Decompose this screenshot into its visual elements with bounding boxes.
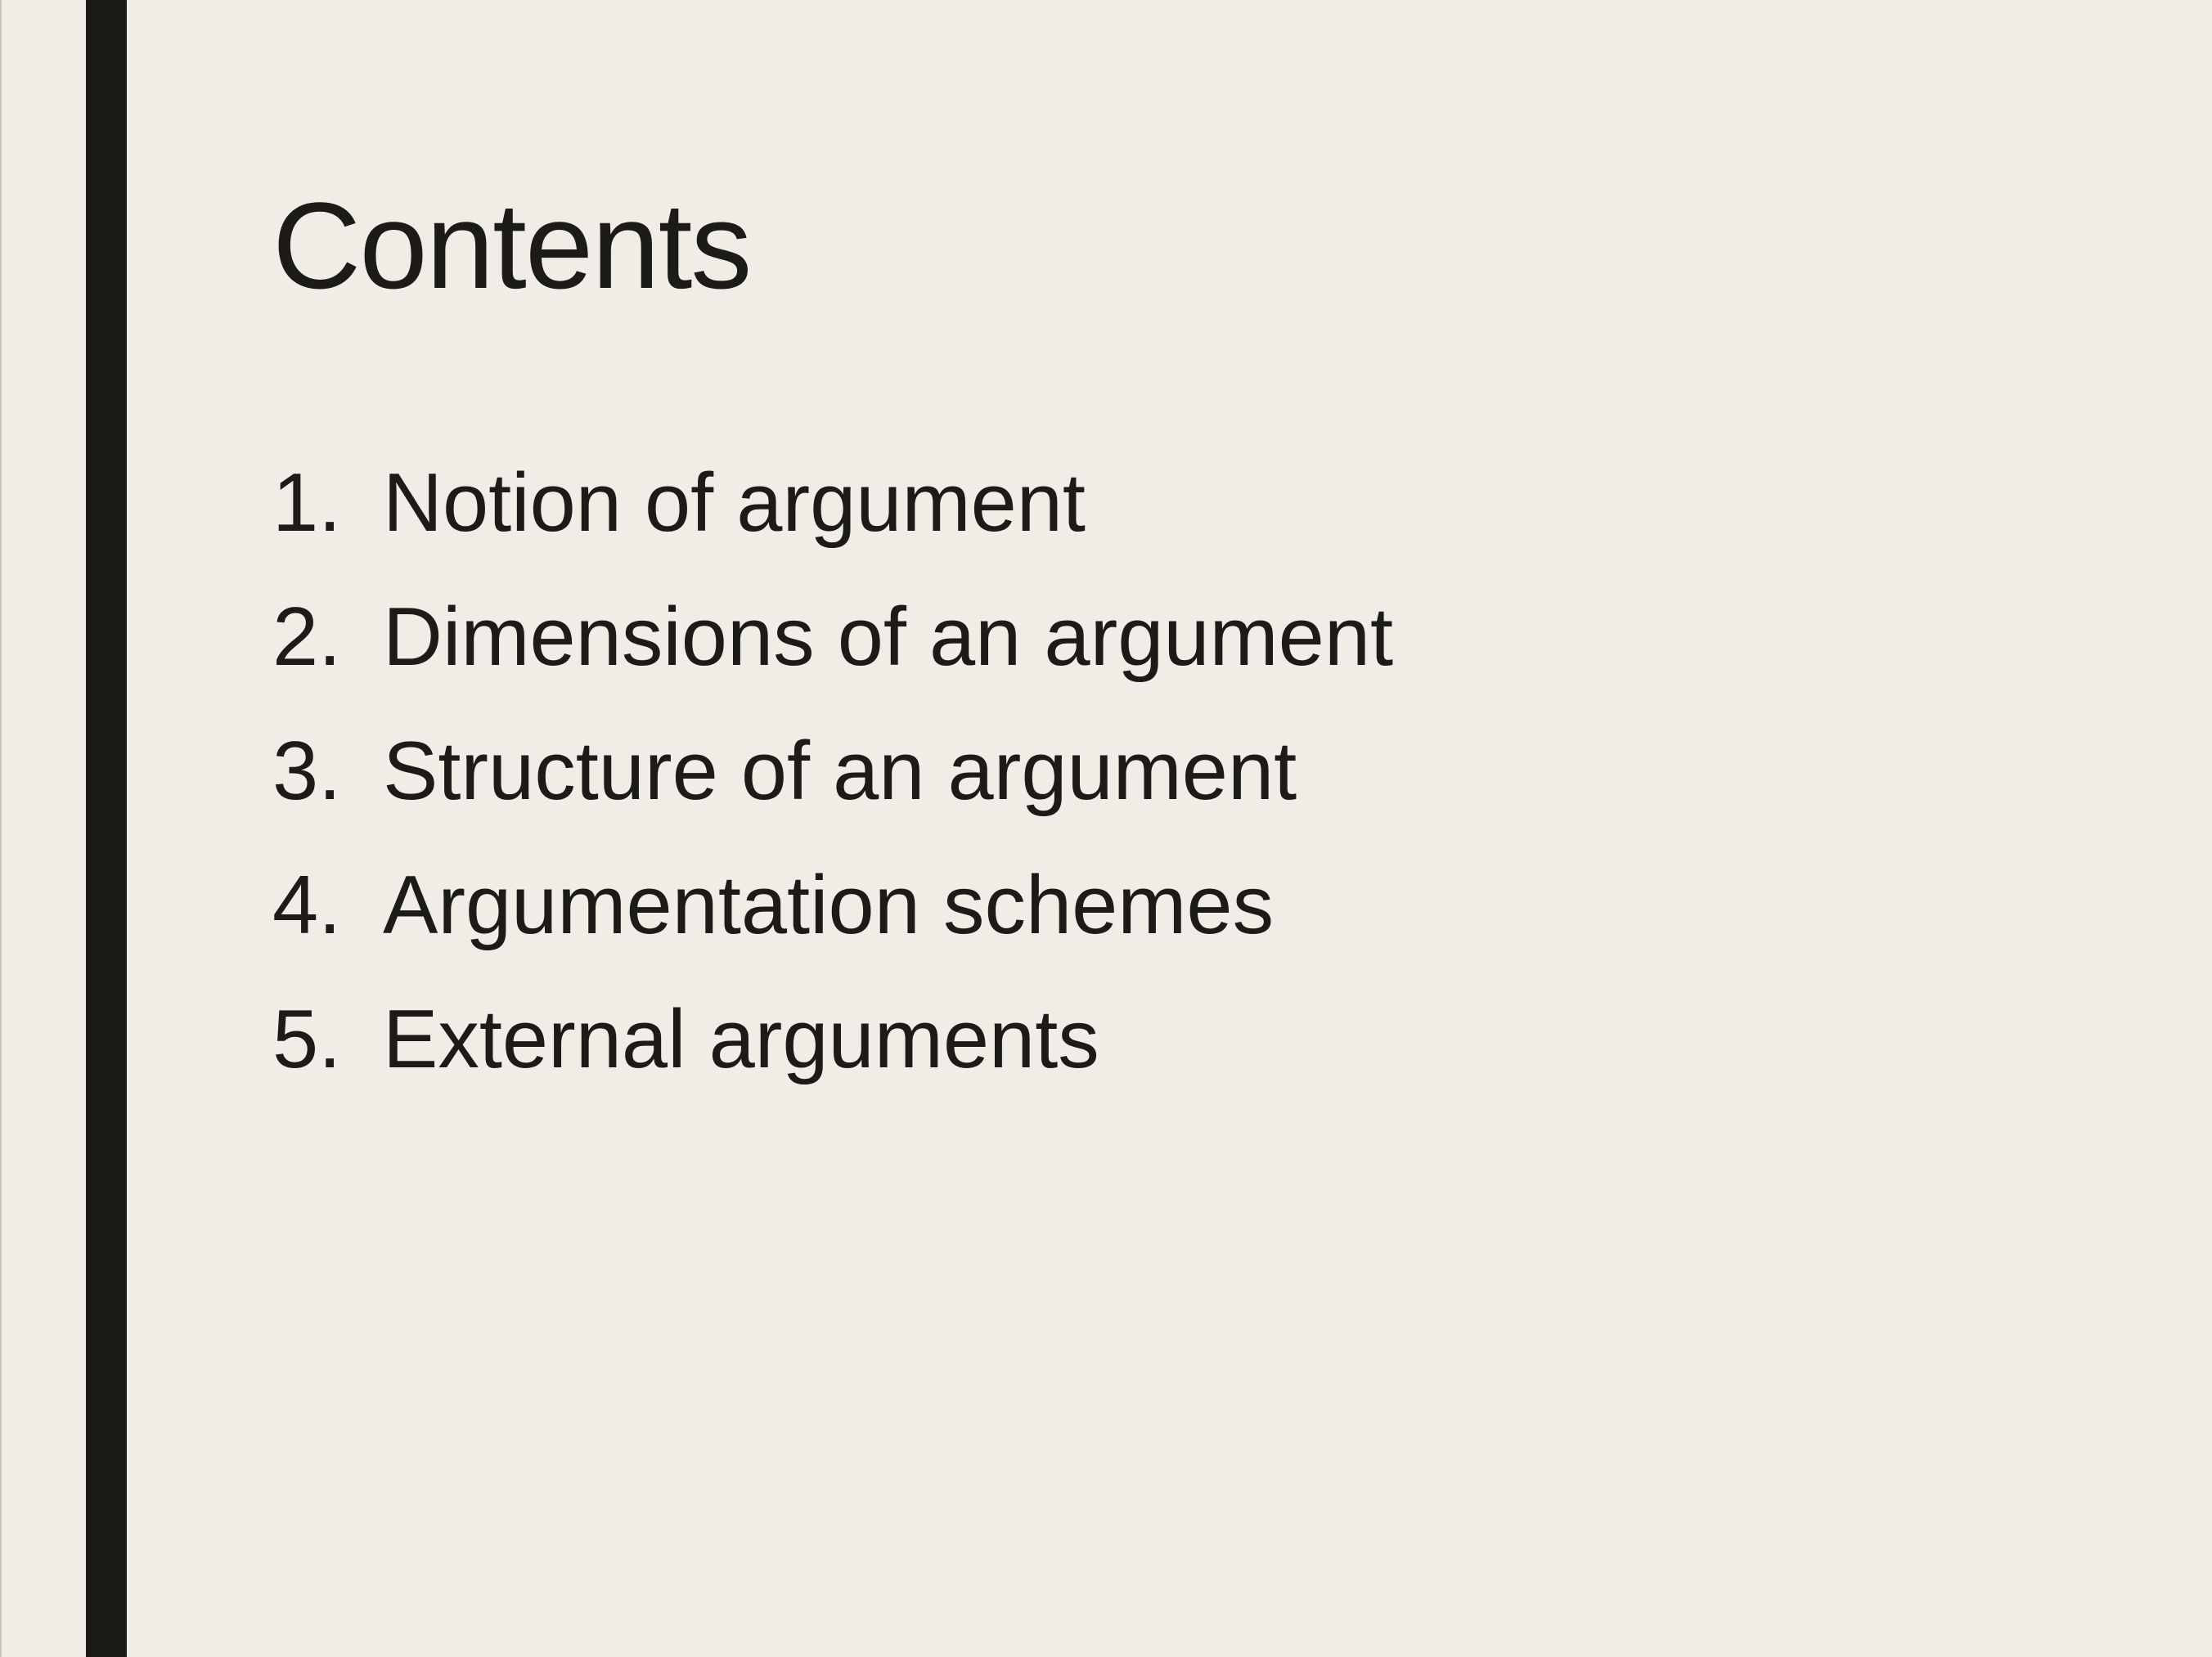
list-item-text: External arguments: [383, 994, 1099, 1085]
list-item-number: 5.: [272, 994, 342, 1085]
list-item-text: Dimensions of an argument: [383, 591, 1394, 683]
slide: Contents 1. Notion of argument 2. Dimens…: [0, 0, 2212, 1657]
list-item: 2. Dimensions of an argument: [272, 580, 1393, 714]
list-item-text: Structure of an argument: [383, 725, 1297, 817]
list-item: 1. Notion of argument: [272, 446, 1393, 580]
slide-title: Contents: [272, 177, 752, 314]
list-item-text: Notion of argument: [383, 457, 1086, 549]
accent-bar: [86, 0, 127, 1657]
list-item: 5. External arguments: [272, 982, 1393, 1116]
list-item-number: 2.: [272, 591, 342, 683]
list-item: 3. Structure of an argument: [272, 714, 1393, 848]
contents-list: 1. Notion of argument 2. Dimensions of a…: [272, 446, 1393, 1116]
list-item-number: 4.: [272, 860, 342, 951]
list-item-number: 1.: [272, 457, 342, 549]
list-item: 4. Argumentation schemes: [272, 848, 1393, 982]
list-item-text: Argumentation schemes: [383, 860, 1275, 951]
list-item-number: 3.: [272, 725, 342, 817]
slide-edge: [0, 0, 2, 1657]
